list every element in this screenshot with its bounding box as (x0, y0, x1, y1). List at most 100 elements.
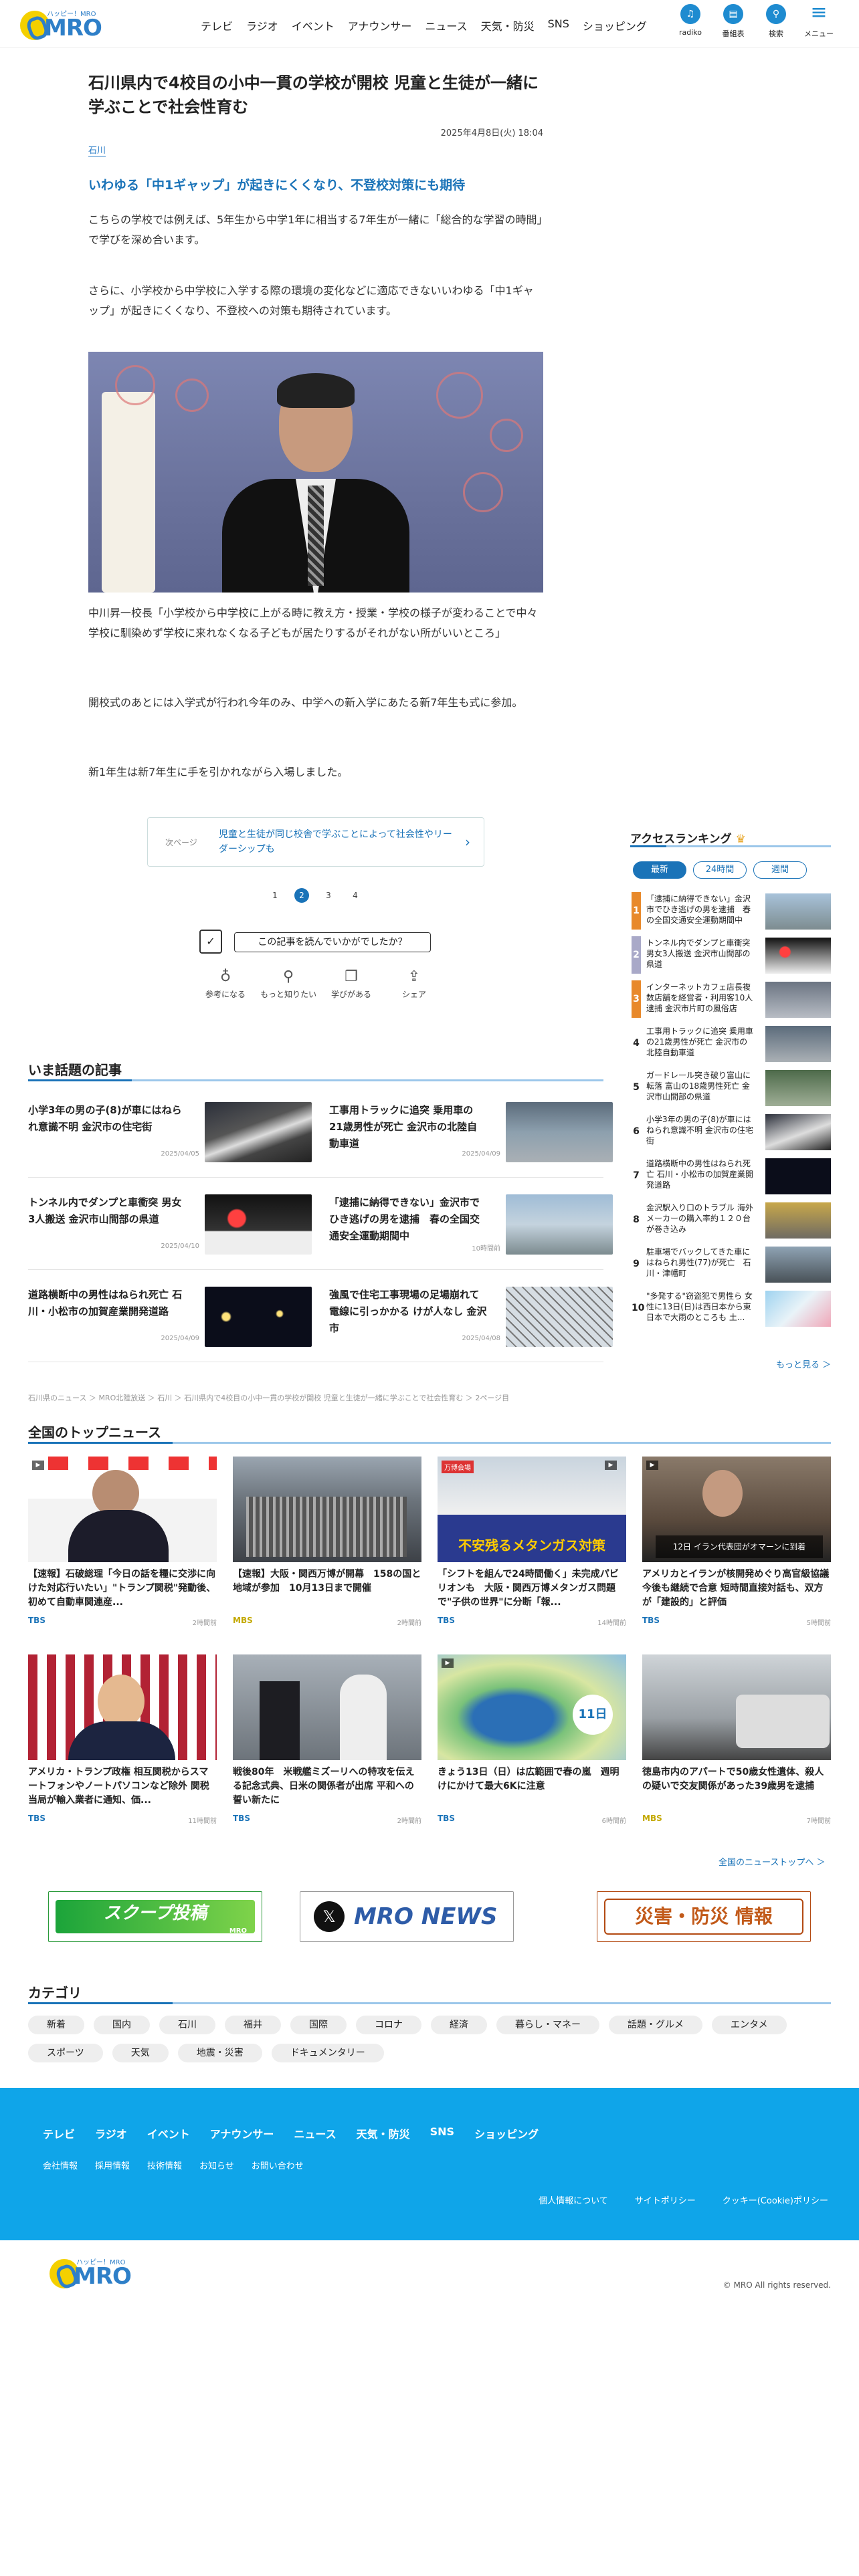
nav-radio[interactable]: ラジオ (246, 17, 278, 33)
hot-article[interactable]: 「逮捕に納得できない」金沢市でひき逃げの男を逮捕 春の全国交通安全運動期間中 10… (329, 1194, 613, 1260)
footer-link[interactable]: お問い合わせ (252, 2159, 304, 2171)
page-link-current[interactable]: 2 (294, 888, 309, 903)
hot-article[interactable]: 道路横断中の男性はねられ死亡 石川・小松市の加賀産業開発道路 2025/04/09 (28, 1287, 312, 1352)
national-news-item[interactable]: アメリカ・トランプ政権 相互関税からスマートフォンやノートパソコンなど除外 関税… (28, 1654, 217, 1826)
national-news-item[interactable]: 11日 ▶ きょう13日（日）は広範囲で春の嵐 週明けにかけて最大6Kに注意 T… (438, 1654, 626, 1826)
category-chip[interactable]: 国内 (94, 2016, 150, 2034)
category-chip[interactable]: 地震・災害 (177, 2044, 262, 2062)
footer-nav-item[interactable]: SNS (430, 2125, 454, 2141)
disaster-info-banner[interactable]: 災害・防災 情報 (597, 1891, 811, 1942)
article-paragraph: 開校式のあとには入学式が行われ今年のみ、中学への新入学にあたる新7年生も式に参加… (88, 696, 523, 709)
footer-link[interactable]: 採用情報 (95, 2159, 130, 2171)
national-news-image (233, 1654, 421, 1760)
category-chip[interactable]: スポーツ (28, 2044, 103, 2062)
footer-link[interactable]: 会社情報 (43, 2159, 78, 2171)
category-chip[interactable]: 話題・グルメ (609, 2016, 702, 2034)
footer-nav-item[interactable]: アナウンサー (210, 2125, 274, 2141)
category-chip[interactable]: 経済 (431, 2016, 487, 2034)
national-news-image (28, 1654, 217, 1760)
national-news-image: 11日 ▶ (438, 1654, 626, 1760)
x-icon: 𝕏 (314, 1901, 345, 1932)
category-chip[interactable]: 福井 (225, 2016, 281, 2034)
ranking-item[interactable]: 3 インターネットカフェ店長複数店舗を経営者・利用客10人逮捕 金沢市片町の風俗店 (632, 980, 832, 1021)
footer-link[interactable]: お知らせ (199, 2159, 234, 2171)
national-more-link[interactable]: 全国のニューストップへ ＞ (719, 1855, 825, 1868)
tab-weekly[interactable]: 週間 (753, 861, 807, 879)
hot-article[interactable]: 工事用トラックに追突 乗用車の21歳男性が死亡 金沢市の北陸自動車道 2025/0… (329, 1102, 613, 1168)
national-news-item[interactable]: ▶ 【速報】石破総理「今日の話を糧に交渉に向けた対応行いたい」"トランプ関税"発… (28, 1457, 217, 1628)
page-link[interactable]: 4 (348, 888, 363, 903)
footer-nav-item[interactable]: 天気・防災 (357, 2125, 410, 2141)
footer-link[interactable]: 技術情報 (147, 2159, 182, 2171)
ranking-item[interactable]: 7 道路横断中の男性はねられ死亡 石川・小松市の加賀産業開発道路 (632, 1157, 832, 1197)
hot-article[interactable]: 強風で住宅工事現場の足場崩れて電線に引っかかる けが人なし 金沢市 2025/04… (329, 1287, 613, 1352)
footer-link[interactable]: サイトポリシー (635, 2193, 696, 2206)
ranking-item[interactable]: 8 金沢駅入り口のトラブル 海外メーカーの購入率約１２０台が巻き込み (632, 1201, 832, 1241)
hot-article-image (506, 1287, 613, 1347)
ranking-item[interactable]: 9 駐車場でバックしてきた車にはねられ男性(77)が死亡 石川・津幡町 (632, 1245, 832, 1285)
page-link[interactable]: 3 (321, 888, 336, 903)
footer-nav-item[interactable]: ショッピング (474, 2125, 539, 2141)
mro-logo[interactable]: ハッピー！MRO MRO (20, 7, 107, 41)
breadcrumb[interactable]: 石川県のニュース ＞ MRO北陸放送 ＞ 石川 ＞ 石川県内で4校目の小中一貫の… (28, 1392, 509, 1403)
tab-24h[interactable]: 24時間 (693, 861, 747, 879)
footer-nav-item[interactable]: ニュース (294, 2125, 336, 2141)
ranking-more-link[interactable]: もっと見る ＞ (776, 1358, 831, 1370)
nav-sns[interactable]: SNS (548, 17, 569, 33)
footer-nav-item[interactable]: イベント (147, 2125, 190, 2141)
footer-nav-item[interactable]: ラジオ (95, 2125, 127, 2141)
category-chip[interactable]: コロナ (356, 2016, 421, 2034)
mro-news-x-banner[interactable]: 𝕏 MRO NEWS (300, 1891, 514, 1942)
react-learning-button[interactable]: ❐ 学びがある (320, 968, 383, 1000)
article-category-link[interactable]: 石川 (88, 143, 106, 156)
ranking-item[interactable]: 6 小学3年の男の子(8)が車にはねられ意識不明 金沢市の住宅街 (632, 1113, 832, 1153)
ranking-thumb (765, 1202, 831, 1239)
category-chip[interactable]: 国際 (290, 2016, 347, 2034)
national-news-item[interactable]: 戦後80年 米戦艦ミズーリへの特攻を伝える記念式典、日米の関係者が出席 平和への… (233, 1654, 421, 1826)
nav-news[interactable]: ニュース (425, 17, 467, 33)
footer-logo[interactable]: ハッピー！MRO MRO (50, 2255, 136, 2290)
nav-shopping[interactable]: ショッピング (583, 17, 647, 33)
article-date: 2025年4月8日(火) 18:04 (440, 128, 543, 138)
ranking-item[interactable]: 2 トンネル内でダンプと車衝突 男女3人搬送 金沢市山間部の県道 (632, 936, 832, 976)
hot-article[interactable]: トンネル内でダンプと車衝突 男女3人搬送 金沢市山間部の県道 2025/04/10 (28, 1194, 312, 1260)
nav-tv[interactable]: テレビ (201, 17, 233, 33)
national-news-item[interactable]: 万博会場 不安残るメタンガス対策 ▶ 「シフトを組んで24時間働く」未完成パビリ… (438, 1457, 626, 1628)
hot-article[interactable]: 小学3年の男の子(8)が車にはねられ意識不明 金沢市の住宅街 2025/04/05 (28, 1102, 312, 1168)
share-button[interactable]: ⇪ シェア (383, 968, 446, 1000)
category-chip[interactable]: ドキュメンタリー (271, 2044, 384, 2062)
national-news-item[interactable]: 12日 イラン代表団がオマーンに到着 ▶ アメリカとイランが核開発めぐり高官級協… (642, 1457, 831, 1628)
scoop-post-banner[interactable]: スクープ投稿 MRO (48, 1891, 262, 1942)
category-chip[interactable]: 石川 (159, 2016, 215, 2034)
footer-link[interactable]: 個人情報について (539, 2193, 608, 2206)
ranking-item[interactable]: 1 「逮捕に納得できない」金沢市でひき逃げの男を逮捕 春の全国交通安全運動期間中 (632, 892, 832, 932)
program-guide-button[interactable]: ▤ 番組表 (712, 4, 755, 39)
menu-button[interactable]: ≡ メニュー (797, 3, 840, 39)
category-chip[interactable]: エンタメ (712, 2016, 787, 2034)
ranking-item[interactable]: 4 工事用トラックに追突 乗用車の21歳男性が死亡 金沢市の北陸自動車道 (632, 1025, 832, 1065)
survey-label[interactable]: この記事を読んでいかがでしたか？ (234, 932, 431, 952)
share-icon: ⇪ (407, 968, 421, 985)
ranking-item[interactable]: 5 ガードレール突き破り富山に転落 富山の18歳男性死亡 金沢市山間部の県道 (632, 1069, 832, 1109)
react-helpful-button[interactable]: ♁ 参考になる (194, 968, 257, 1000)
footer-nav-item[interactable]: テレビ (43, 2125, 75, 2141)
nav-announcer[interactable]: アナウンサー (348, 17, 412, 33)
national-news-item[interactable]: 【速報】大阪・関西万博が開幕 158の国と地域が参加 10月13日まで開催 MB… (233, 1457, 421, 1628)
nav-weather[interactable]: 天気・防災 (481, 17, 535, 33)
survey-icon: ✓ (199, 930, 222, 954)
category-chip[interactable]: 暮らし・マネー (496, 2016, 599, 2034)
react-want-more-button[interactable]: ⚲ もっと知りたい (257, 968, 320, 1000)
search-button[interactable]: ⚲ 検索 (755, 4, 797, 39)
magnifier-icon: ⚲ (282, 968, 294, 985)
ranking-item[interactable]: 10 "多発する"窃盗犯で男性ら 女性に13日(日)は西日本から東日本で大雨のとこ… (632, 1289, 832, 1329)
category-chip[interactable]: 天気 (112, 2044, 169, 2062)
tab-latest[interactable]: 最新 (633, 861, 686, 879)
category-chip[interactable]: 新着 (28, 2016, 84, 2034)
hot-article-image (205, 1194, 312, 1255)
page-link[interactable]: 1 (268, 888, 282, 903)
footer-link[interactable]: クッキー(Cookie)ポリシー (723, 2193, 828, 2206)
nav-event[interactable]: イベント (292, 17, 335, 33)
next-page-link[interactable]: 次ページ 児童と生徒が同じ校舎で学ぶことによって社会性やリーダーシップも › (147, 817, 484, 867)
national-news-item[interactable]: 徳島市内のアパートで50歳女性遺体、殺人の疑いで交友関係があった39歳男を逮捕 … (642, 1654, 831, 1826)
radiko-button[interactable]: ♫ radiko (669, 4, 712, 39)
